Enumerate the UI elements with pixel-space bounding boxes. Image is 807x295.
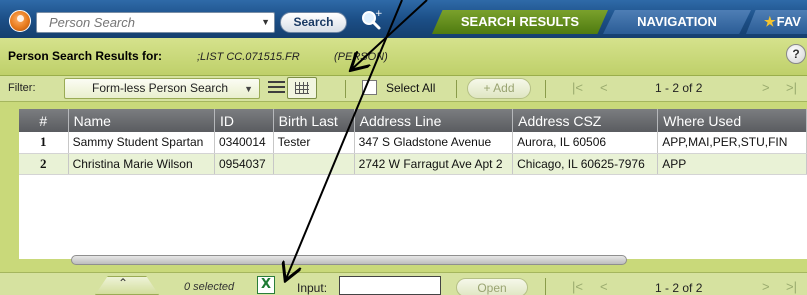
toolbar-divider	[456, 80, 457, 98]
cell-address-csz: Chicago, IL 60625-7976	[512, 153, 659, 175]
column-header-number[interactable]: #	[19, 109, 69, 132]
input-field[interactable]	[339, 276, 441, 295]
column-header-id[interactable]: ID	[214, 109, 274, 132]
page-range: 1 - 2 of 2	[655, 81, 703, 95]
prev-page-button[interactable]: <	[600, 279, 608, 294]
cell-address-line: 347 S Gladstone Avenue	[354, 132, 514, 154]
cell-where-used: APP	[657, 153, 807, 175]
tab-search-results[interactable]: SEARCH RESULTS	[432, 10, 608, 34]
filter-value: Form-less Person Search	[92, 81, 229, 95]
excel-export-icon[interactable]	[257, 276, 275, 294]
results-type: (PERSON)	[334, 51, 388, 63]
column-header-name[interactable]: Name	[68, 109, 215, 132]
cell-address-line: 2742 W Farragut Ave Apt 2	[354, 153, 514, 175]
results-title: Person Search Results for:	[8, 49, 163, 63]
toolbar-divider	[345, 80, 346, 98]
tab-favorites-label: FAV	[776, 14, 801, 29]
filter-label: Filter:	[8, 82, 36, 94]
next-page-button[interactable]: >	[762, 80, 770, 95]
horizontal-scrollbar[interactable]	[71, 255, 627, 265]
cell-name: Christina Marie Wilson	[68, 153, 215, 175]
cell-address-csz: Aurora, IL 60506	[512, 132, 659, 154]
help-icon[interactable]: ?	[786, 44, 806, 64]
column-header-address-line[interactable]: Address Line	[354, 109, 514, 132]
open-button[interactable]: Open	[456, 278, 528, 295]
search-input[interactable]	[37, 13, 249, 32]
table-header-row: # Name ID Birth Last Address Line Addres…	[19, 109, 807, 132]
tab-navigation[interactable]: NAVIGATION	[603, 10, 751, 34]
prev-page-button[interactable]: <	[600, 80, 608, 95]
add-button[interactable]: + Add	[467, 78, 531, 99]
advanced-search-icon[interactable]: +	[360, 8, 384, 32]
column-header-address-csz[interactable]: Address CSZ	[512, 109, 659, 132]
list-view-icon[interactable]	[268, 81, 285, 95]
row-number: 1	[19, 132, 69, 154]
table-row[interactable]: 1 Sammy Student Spartan 0340014 Tester 3…	[19, 132, 807, 154]
last-page-button[interactable]: >|	[786, 80, 797, 95]
table-row[interactable]: 2 Christina Marie Wilson 0954037 2742 W …	[19, 153, 807, 175]
filter-select[interactable]: Form-less Person Search ▼	[64, 78, 260, 99]
column-header-where-used[interactable]: Where Used	[657, 109, 807, 132]
collapse-icon[interactable]: ⌃	[118, 276, 128, 290]
cell-name: Sammy Student Spartan	[68, 132, 215, 154]
select-all-checkbox[interactable]	[362, 80, 377, 95]
cell-birth-last: Tester	[273, 132, 355, 154]
grid-view-icon[interactable]	[287, 77, 317, 99]
chevron-down-icon: ▼	[244, 84, 253, 94]
results-table: # Name ID Birth Last Address Line Addres…	[19, 109, 807, 175]
star-icon: ★	[764, 14, 776, 29]
toolbar-divider	[545, 278, 546, 295]
column-header-birth-last[interactable]: Birth Last	[273, 109, 355, 132]
results-list-name: ;LIST CC.071515.FR	[197, 51, 300, 63]
svg-text:+: +	[375, 9, 383, 19]
next-page-button[interactable]: >	[762, 279, 770, 294]
page-range: 1 - 2 of 2	[655, 281, 703, 295]
cell-where-used: APP,MAI,PER,STU,FIN	[657, 132, 807, 154]
search-box[interactable]: ▼	[36, 12, 275, 33]
cell-id: 0954037	[214, 153, 274, 175]
search-dropdown-icon[interactable]: ▼	[261, 17, 270, 27]
row-number: 2	[19, 153, 69, 175]
tab-favorites[interactable]: ★FAV	[746, 10, 807, 34]
selected-count: 0 selected	[184, 281, 235, 293]
input-label: Input:	[297, 281, 328, 295]
last-page-button[interactable]: >|	[786, 279, 797, 294]
user-avatar-icon[interactable]	[9, 10, 31, 32]
first-page-button[interactable]: |<	[572, 80, 583, 95]
cell-birth-last	[273, 153, 355, 175]
results-table-container: # Name ID Birth Last Address Line Addres…	[19, 109, 807, 259]
toolbar-divider	[545, 80, 546, 98]
search-button[interactable]: Search	[280, 12, 347, 33]
cell-id: 0340014	[214, 132, 274, 154]
first-page-button[interactable]: |<	[572, 279, 583, 294]
select-all-label: Select All	[386, 81, 436, 95]
